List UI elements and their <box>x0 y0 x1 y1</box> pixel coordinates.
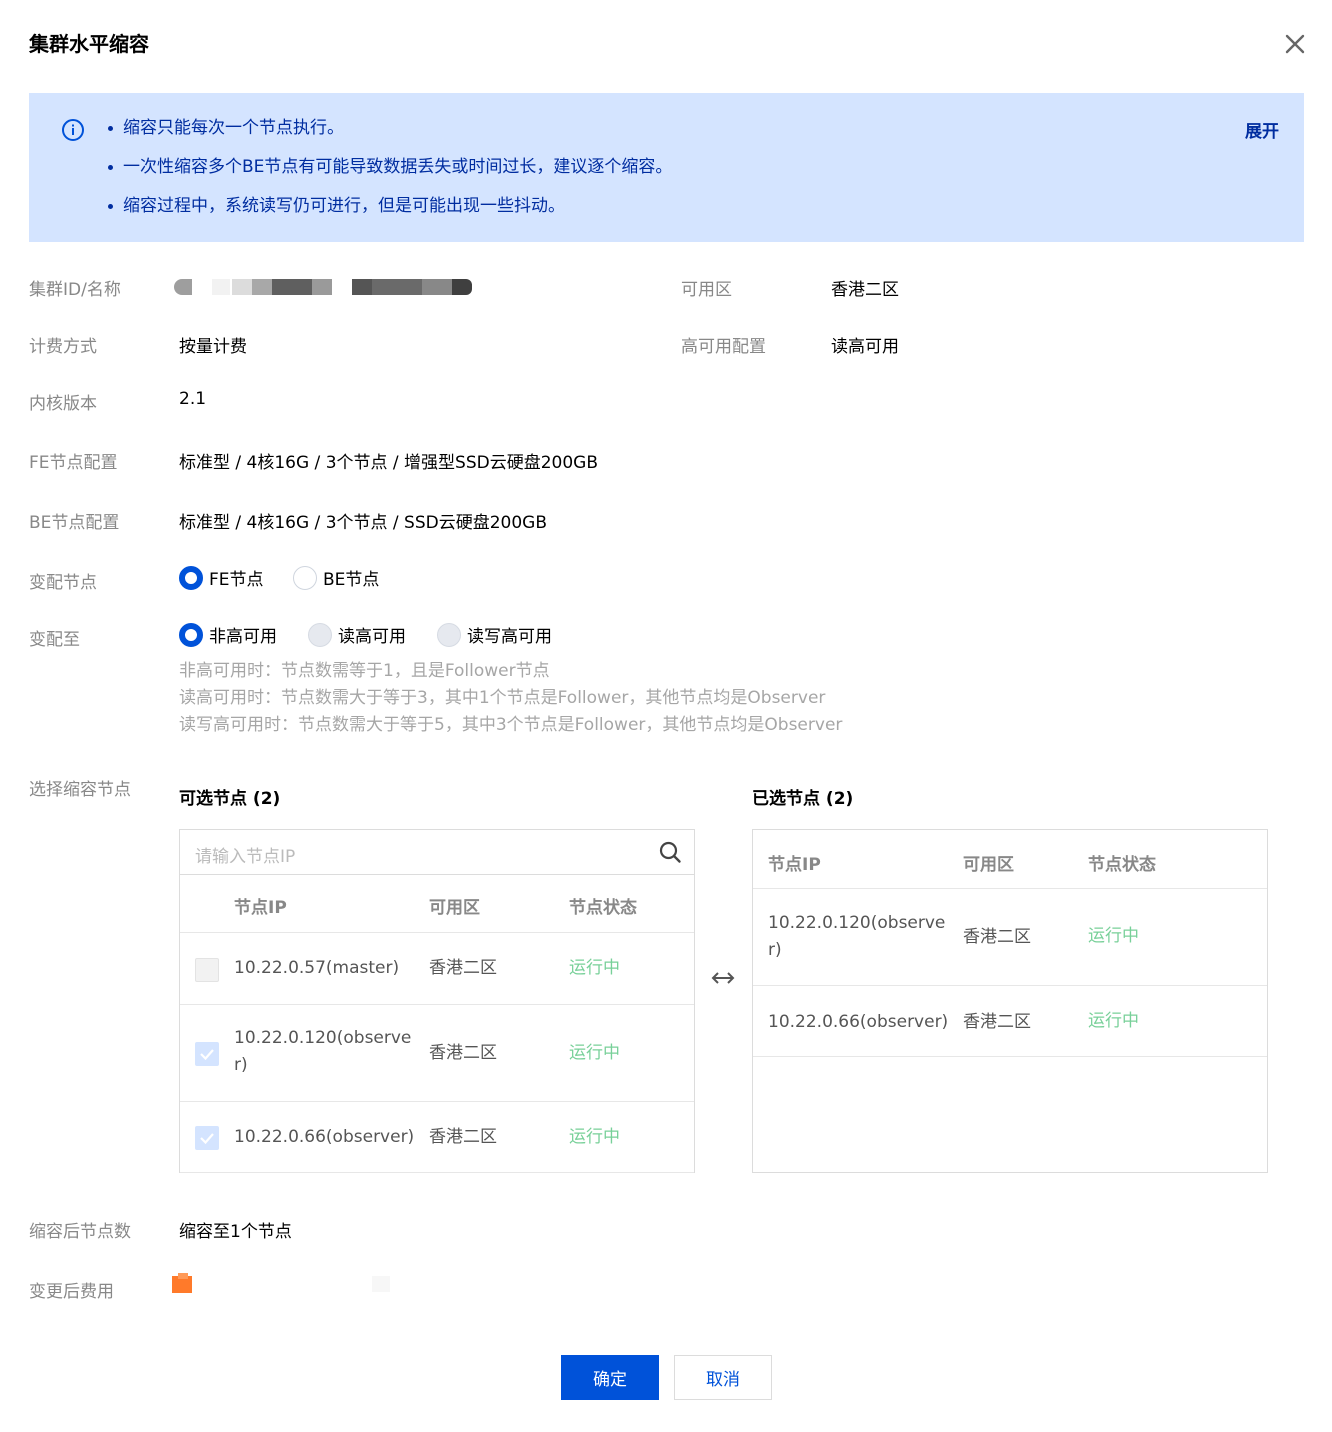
divider <box>753 985 1267 986</box>
dialog-title: 集群水平缩容 <box>29 32 149 56</box>
radio-circle-checked <box>179 622 203 647</box>
node-status: 运行中 <box>1088 926 1139 946</box>
node-type-label: 变配节点 <box>29 573 97 593</box>
radio-label: 非高可用 <box>209 627 277 647</box>
node-status: 运行中 <box>1088 1011 1139 1031</box>
hint-line: 读高可用时：节点数需大于等于3，其中1个节点是Follower，其他节点均是Ob… <box>179 688 826 708</box>
node-status: 运行中 <box>569 1043 620 1063</box>
column-header-zone: 可用区 <box>429 898 480 918</box>
radio-non-ha[interactable]: 非高可用 <box>179 622 277 647</box>
hint-line: 非高可用时：节点数需等于1，且是Follower节点 <box>179 661 550 681</box>
radio-read-ha[interactable]: 读高可用 <box>308 622 406 647</box>
node-zone: 香港二区 <box>429 1043 497 1063</box>
search-icon[interactable] <box>658 840 682 864</box>
node-ip: 10.22.0.120(observe r) <box>234 1028 412 1075</box>
radio-read-write-ha[interactable]: 读写高可用 <box>437 622 552 647</box>
fee-label: 变更后费用 <box>29 1282 114 1302</box>
hint-line: 读写高可用时：节点数需大于等于5，其中3个节点是Follower，其他节点均是O… <box>179 715 843 735</box>
node-ip: 10.22.0.120(observe r) <box>768 913 946 960</box>
selected-nodes-panel: 节点IP 可用区 节点状态 10.22.0.120(observe r) 香港二… <box>752 829 1268 1173</box>
radio-label: 读写高可用 <box>467 627 552 647</box>
notice-banner: 缩容只能每次一个节点执行。 一次性缩容多个BE节点有可能导致数据丢失或时间过长，… <box>29 93 1304 242</box>
available-nodes-panel: 请输入节点IP 节点IP 可用区 节点状态 10.22.0.57(master)… <box>179 829 695 1173</box>
expand-link[interactable]: 展开 <box>1245 117 1279 142</box>
fe-config-label: FE节点配置 <box>29 453 118 473</box>
zone-value: 香港二区 <box>831 280 899 300</box>
column-header-status: 节点状态 <box>1088 855 1156 875</box>
node-count-value: 缩容至1个节点 <box>179 1222 292 1242</box>
column-header-ip: 节点IP <box>234 898 287 918</box>
ha-label: 高可用配置 <box>681 337 766 357</box>
search-box[interactable]: 请输入节点IP <box>180 830 694 875</box>
column-header-zone: 可用区 <box>963 855 1014 875</box>
radio-label: FE节点 <box>209 570 264 590</box>
divider <box>180 932 694 933</box>
row-checkbox-disabled <box>195 958 219 982</box>
divider <box>180 1101 694 1102</box>
divider <box>180 1004 694 1005</box>
row-checkbox-checked[interactable] <box>195 1126 219 1150</box>
node-zone: 香港二区 <box>429 1127 497 1147</box>
row-checkbox-checked[interactable] <box>195 1042 219 1066</box>
notice-item: 一次性缩容多个BE节点有可能导致数据丢失或时间过长，建议逐个缩容。 <box>107 154 672 193</box>
node-zone: 香港二区 <box>429 958 497 978</box>
node-zone: 香港二区 <box>963 927 1031 947</box>
be-config-value: 标准型 / 4核16G / 3个节点 / SSD云硬盘200GB <box>179 513 547 533</box>
target-hints: 非高可用时：节点数需等于1，且是Follower节点 读高可用时：节点数需大于等… <box>179 658 842 739</box>
confirm-button[interactable]: 确定 <box>561 1355 659 1400</box>
close-icon[interactable] <box>1281 30 1309 58</box>
radio-fe-node[interactable]: FE节点 <box>179 565 264 590</box>
node-ip: 10.22.0.66(observer) <box>768 1012 949 1032</box>
billing-value: 按量计费 <box>179 337 247 357</box>
check-icon <box>200 1049 214 1061</box>
fe-config-value: 标准型 / 4核16G / 3个节点 / 增强型SSD云硬盘200GB <box>179 453 598 473</box>
info-icon <box>62 119 84 141</box>
node-ip: 10.22.0.57(master) <box>234 958 400 978</box>
node-ip: 10.22.0.66(observer) <box>234 1127 415 1147</box>
radio-circle-checked <box>179 565 203 590</box>
cluster-id-redacted <box>172 278 482 296</box>
radio-circle-disabled <box>437 622 461 647</box>
ha-value: 读高可用 <box>831 337 899 357</box>
radio-label: BE节点 <box>323 570 380 590</box>
transfer-arrows-icon <box>711 972 735 984</box>
divider <box>180 1172 694 1173</box>
column-header-ip: 节点IP <box>768 855 821 875</box>
cancel-button[interactable]: 取消 <box>674 1355 772 1400</box>
select-nodes-label: 选择缩容节点 <box>29 780 131 800</box>
target-label: 变配至 <box>29 630 80 650</box>
node-status: 运行中 <box>569 958 620 978</box>
fee-redacted <box>172 1273 402 1297</box>
cluster-id-label: 集群ID/名称 <box>29 280 121 300</box>
notice-list: 缩容只能每次一个节点执行。 一次性缩容多个BE节点有可能导致数据丢失或时间过长，… <box>107 115 672 232</box>
radio-circle <box>293 565 317 590</box>
node-status: 运行中 <box>569 1127 620 1147</box>
radio-be-node[interactable]: BE节点 <box>293 565 379 590</box>
zone-label: 可用区 <box>681 280 732 300</box>
left-panel-title: 可选节点 (2) <box>179 789 281 809</box>
check-icon <box>200 1133 214 1145</box>
node-count-label: 缩容后节点数 <box>29 1222 131 1242</box>
be-config-label: BE节点配置 <box>29 513 120 533</box>
node-zone: 香港二区 <box>963 1012 1031 1032</box>
notice-item: 缩容只能每次一个节点执行。 <box>107 115 672 154</box>
kernel-value: 2.1 <box>179 389 207 409</box>
right-panel-title: 已选节点 (2) <box>752 789 854 809</box>
billing-label: 计费方式 <box>29 337 97 357</box>
divider <box>753 888 1267 889</box>
kernel-label: 内核版本 <box>29 394 97 414</box>
search-input[interactable]: 请输入节点IP <box>195 842 295 867</box>
radio-label: 读高可用 <box>338 627 406 647</box>
divider <box>753 1056 1267 1057</box>
notice-item: 缩容过程中，系统读写仍可进行，但是可能出现一些抖动。 <box>107 193 672 232</box>
radio-circle-disabled <box>308 622 332 647</box>
column-header-status: 节点状态 <box>569 898 637 918</box>
